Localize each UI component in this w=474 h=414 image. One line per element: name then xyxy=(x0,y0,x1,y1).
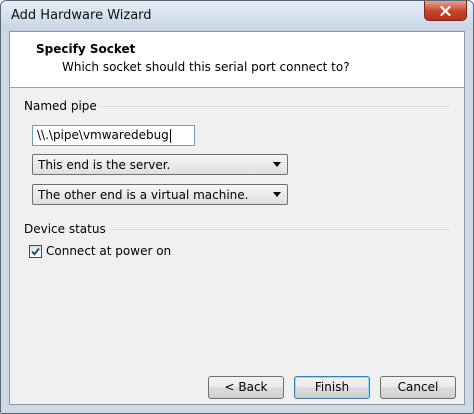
this-end-select-value: This end is the server. xyxy=(38,158,171,172)
finish-button[interactable]: Finish xyxy=(294,376,370,399)
connect-at-power-on-label[interactable]: Connect at power on xyxy=(46,244,171,258)
cancel-button[interactable]: Cancel xyxy=(380,376,456,399)
page-subtitle: Which socket should this serial port con… xyxy=(62,60,350,74)
other-end-select-value: The other end is a virtual machine. xyxy=(38,188,249,202)
connect-at-power-on-checkbox[interactable] xyxy=(29,245,42,258)
chevron-down-icon xyxy=(273,162,281,167)
other-end-select[interactable]: The other end is a virtual machine. xyxy=(32,184,288,205)
title-bar[interactable]: Add Hardware Wizard xyxy=(1,1,473,31)
wizard-header: Specify Socket Which socket should this … xyxy=(10,32,464,88)
checkmark-icon xyxy=(31,247,40,256)
close-icon xyxy=(440,5,451,16)
close-button[interactable] xyxy=(424,1,467,21)
pipe-path-input[interactable]: \\.\pipe\vmwaredebug xyxy=(32,125,195,146)
window-title: Add Hardware Wizard xyxy=(11,8,152,23)
chevron-down-icon xyxy=(273,192,281,197)
back-button[interactable]: < Back xyxy=(208,376,284,399)
named-pipe-group-label: Named pipe xyxy=(24,99,101,113)
text-caret xyxy=(169,128,171,143)
wizard-body: Specify Socket Which socket should this … xyxy=(9,31,465,405)
pipe-path-value: \\.\pipe\vmwaredebug xyxy=(37,128,169,142)
wizard-window: Add Hardware Wizard Specify Socket Which… xyxy=(0,0,474,414)
device-status-group-label: Device status xyxy=(24,222,110,236)
page-title: Specify Socket xyxy=(36,42,136,56)
this-end-select[interactable]: This end is the server. xyxy=(32,154,288,175)
